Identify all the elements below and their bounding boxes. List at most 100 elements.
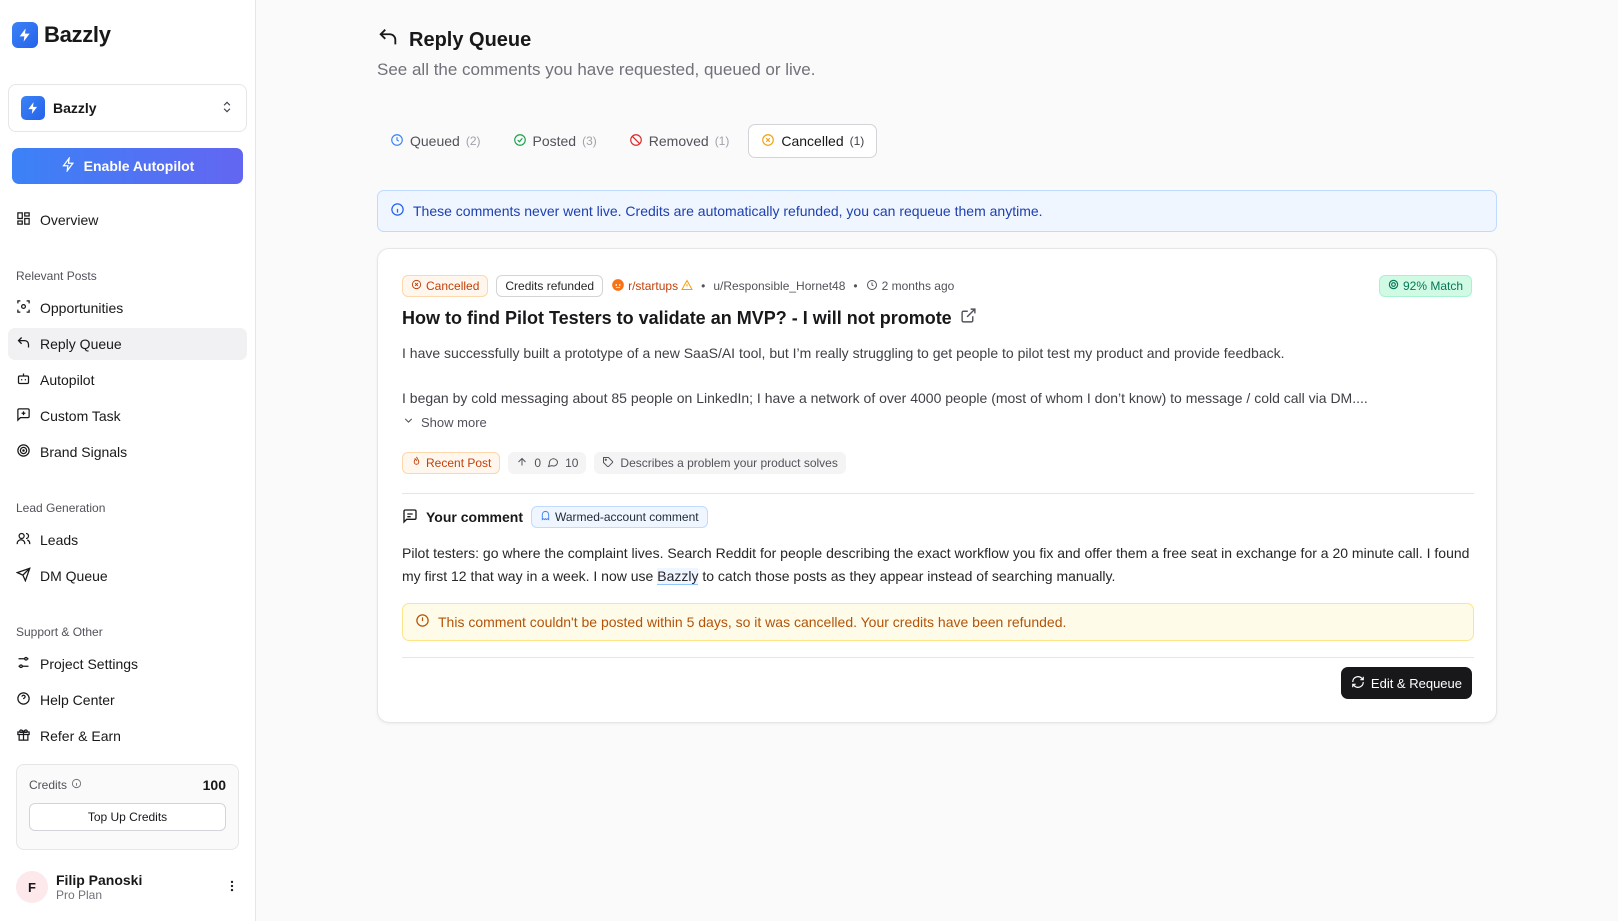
flame-icon — [411, 456, 422, 470]
tab-cancelled[interactable]: Cancelled (1) — [748, 124, 878, 158]
tab-label: Posted — [532, 133, 577, 149]
tab-count: (2) — [465, 134, 481, 148]
warmed-account-label: Warmed-account comment — [554, 510, 699, 524]
refresh-icon — [1351, 675, 1365, 692]
sidebar-item-leads[interactable]: Leads — [8, 524, 247, 556]
external-link-icon[interactable] — [960, 307, 977, 329]
match-badge-label: 92% Match — [1402, 279, 1463, 293]
x-circle-icon — [761, 133, 775, 150]
users-icon — [16, 531, 31, 549]
divider — [402, 657, 1474, 658]
bolt-icon — [61, 155, 76, 175]
credits-label-wrap: Credits — [29, 778, 82, 792]
sidebar-item-refer-earn[interactable]: Refer & Earn — [8, 720, 247, 752]
grid-icon — [16, 211, 31, 229]
warning-triangle-icon — [681, 278, 693, 294]
tag-icon — [602, 456, 614, 471]
sidebar-item-label: Opportunities — [40, 300, 124, 316]
status-badge-label: Cancelled — [426, 279, 480, 293]
show-more-label: Show more — [421, 414, 487, 430]
recent-post-label: Recent Post — [426, 456, 492, 470]
post-body-paragraph: I have successfully built a prototype of… — [402, 345, 1285, 361]
sidebar-item-label: Help Center — [40, 692, 115, 708]
scan-icon — [16, 299, 31, 317]
credits-label: Credits — [29, 778, 68, 792]
bolt-logo-icon — [12, 22, 38, 48]
recent-post-badge: Recent Post — [402, 452, 501, 474]
top-up-credits-button[interactable]: Top Up Credits — [29, 803, 226, 831]
sidebar-item-overview[interactable]: Overview — [8, 204, 247, 236]
gift-icon — [16, 727, 31, 745]
cancellation-warning-text: This comment couldn't be posted within 5… — [438, 614, 1067, 630]
tab-posted[interactable]: Posted (3) — [500, 124, 610, 158]
brand[interactable]: Bazzly — [12, 22, 111, 48]
post-meta: Cancelled Credits refunded r/startups • … — [402, 275, 954, 297]
page-subtitle: See all the comments you have requested,… — [377, 60, 816, 79]
show-more-toggle[interactable]: Show more — [402, 414, 487, 430]
sidebar-item-project-settings[interactable]: Project Settings — [8, 648, 247, 680]
post-title[interactable]: How to find Pilot Testers to validate an… — [402, 307, 977, 329]
match-badge: 92% Match — [1378, 275, 1472, 297]
project-switcher[interactable]: Bazzly — [8, 84, 247, 132]
sidebar-item-brand-signals[interactable]: Brand Signals — [8, 436, 247, 468]
tab-count: (1) — [849, 134, 865, 148]
subreddit-link[interactable]: r/startups — [611, 278, 693, 295]
more-vertical-icon[interactable] — [225, 879, 239, 896]
sidebar-item-label: Brand Signals — [40, 444, 128, 460]
post-title-text: How to find Pilot Testers to validate an… — [402, 307, 952, 328]
credits-value: 100 — [202, 777, 226, 793]
edit-requeue-button[interactable]: Edit & Requeue — [1340, 667, 1472, 699]
help-circle-icon — [16, 691, 31, 709]
sidebar-item-reply-queue[interactable]: Reply Queue — [8, 328, 247, 360]
user-name: Filip Panoski — [56, 872, 143, 888]
comment-card: Cancelled Credits refunded r/startups • … — [377, 248, 1497, 723]
enable-autopilot-button[interactable]: Enable Autopilot — [12, 148, 243, 184]
sidebar-item-label: Custom Task — [40, 408, 121, 424]
section-relevant-posts: Relevant Posts — [16, 269, 97, 283]
post-body-paragraph: I began by cold messaging about 85 peopl… — [402, 390, 1368, 406]
message-plus-icon — [16, 407, 31, 425]
sidebar-item-opportunities[interactable]: Opportunities — [8, 292, 247, 324]
reddit-icon — [611, 278, 625, 295]
post-stats: Recent Post 0 10 Describes a problem you… — [402, 452, 846, 474]
sidebar-item-dm-queue[interactable]: DM Queue — [8, 560, 247, 592]
sidebar-item-label: Reply Queue — [40, 336, 122, 352]
your-comment-label: Your comment — [426, 509, 523, 525]
comment-count: 10 — [565, 456, 579, 470]
sidebar-item-label: Leads — [40, 532, 79, 548]
project-name: Bazzly — [53, 100, 97, 116]
info-icon[interactable] — [71, 778, 82, 792]
sidebar-item-label: Project Settings — [40, 656, 139, 672]
reply-icon — [16, 335, 31, 353]
project-logo-icon — [21, 96, 45, 120]
post-body: I have successfully built a prototype of… — [402, 342, 1472, 409]
engagement-stats: 0 10 — [508, 452, 587, 474]
section-support: Support & Other — [16, 625, 103, 639]
comment-text-after: to catch those posts as they appear inst… — [698, 568, 1116, 584]
info-icon — [390, 202, 405, 220]
tab-count: (1) — [714, 134, 730, 148]
tab-removed[interactable]: Removed (1) — [616, 124, 743, 158]
comment-icon — [547, 456, 559, 471]
sidebar-item-autopilot[interactable]: Autopilot — [8, 364, 247, 396]
main-content: Reply Queue See all the comments you hav… — [256, 0, 1618, 921]
radar-icon — [16, 443, 31, 461]
sidebar-item-help-center[interactable]: Help Center — [8, 684, 247, 716]
sidebar-item-custom-task[interactable]: Custom Task — [8, 400, 247, 432]
tab-queued[interactable]: Queued (2) — [377, 124, 494, 158]
separator-dot: • — [853, 279, 858, 293]
clock-icon — [866, 279, 878, 294]
user-profile[interactable]: F Filip Panoski Pro Plan — [16, 871, 239, 903]
edit-requeue-label: Edit & Requeue — [1370, 675, 1462, 691]
page-title-text: Reply Queue — [409, 28, 532, 51]
post-author[interactable]: u/Responsible_Hornet48 — [713, 279, 845, 293]
tab-label: Cancelled — [781, 133, 844, 149]
upvote-count: 0 — [534, 456, 542, 470]
info-banner-text: These comments never went live. Credits … — [413, 203, 1043, 219]
x-circle-icon — [411, 279, 422, 293]
send-icon — [15, 567, 31, 585]
sidebar-item-label: Refer & Earn — [40, 728, 121, 744]
divider — [402, 493, 1474, 494]
section-lead-generation: Lead Generation — [16, 501, 106, 515]
clock-icon — [390, 133, 404, 150]
